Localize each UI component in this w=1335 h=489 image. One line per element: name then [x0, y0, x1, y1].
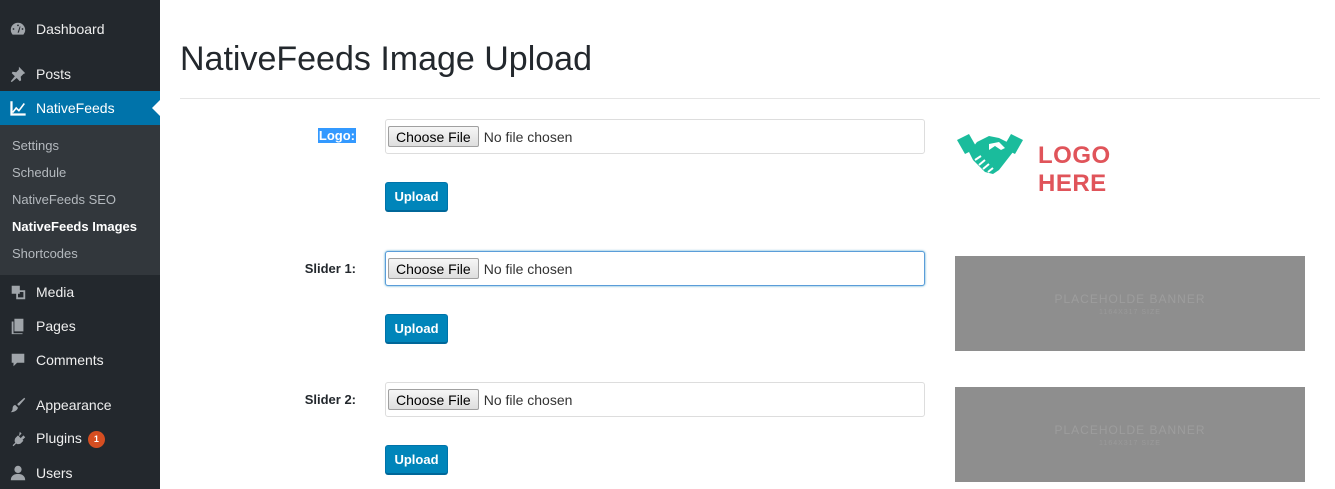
slider-1-banner-preview: PLACEHOLDE BANNER 1164X317 SIZE	[955, 256, 1305, 351]
title-divider	[180, 98, 1320, 99]
menu-label: Dashboard	[36, 21, 105, 37]
user-icon	[8, 463, 28, 483]
slider-1-label: Slider 1:	[304, 261, 356, 276]
submenu-item-seo[interactable]: NativeFeeds SEO	[12, 192, 116, 207]
submenu-item-schedule[interactable]: Schedule	[12, 165, 66, 180]
slider-1-file-status: No file chosen	[483, 260, 573, 277]
slider-1-upload-button[interactable]: Upload	[385, 314, 448, 343]
logo-placeholder-text: LOGO HERE	[1038, 142, 1111, 197]
slider-2-file-status: No file chosen	[483, 391, 573, 408]
pages-icon	[8, 316, 28, 336]
submenu-item-shortcodes[interactable]: Shortcodes	[12, 246, 78, 261]
chart-line-icon	[8, 98, 28, 118]
media-icon	[8, 282, 28, 302]
menu-item-nativefeeds[interactable]: NativeFeeds	[0, 91, 160, 125]
menu-label: NativeFeeds	[36, 100, 115, 116]
slider-2-upload-button[interactable]: Upload	[385, 445, 448, 474]
menu-item-plugins[interactable]: Plugins 1	[0, 422, 160, 456]
dashboard-icon	[8, 19, 28, 39]
submenu-item-settings[interactable]: Settings	[12, 138, 59, 153]
logo-file-status: No file chosen	[483, 128, 573, 145]
page-title: NativeFeeds Image Upload	[180, 40, 593, 78]
menu-label: Media	[36, 284, 75, 300]
menu-label: Appearance	[36, 397, 112, 413]
logo-label: Logo:	[317, 128, 356, 143]
handshake-icon	[957, 134, 1023, 174]
menu-label: Plugins 1	[36, 430, 105, 449]
plugin-icon	[8, 429, 28, 449]
menu-label: Comments	[36, 352, 104, 368]
menu-item-dashboard[interactable]: Dashboard	[0, 12, 160, 46]
slider-2-choose-file-button[interactable]: Choose File	[388, 389, 479, 410]
banner-subtitle: 1164X317 SIZE	[1099, 439, 1161, 447]
banner-title: PLACEHOLDE BANNER	[1054, 422, 1206, 437]
pin-icon	[8, 64, 28, 84]
menu-item-pages[interactable]: Pages	[0, 309, 160, 343]
logo-file-input[interactable]: Choose File No file chosen	[385, 119, 925, 154]
logo-upload-button[interactable]: Upload	[385, 182, 448, 211]
slider-1-choose-file-button[interactable]: Choose File	[388, 258, 479, 279]
menu-item-media[interactable]: Media	[0, 275, 160, 309]
submenu-item-images[interactable]: NativeFeeds Images	[12, 219, 137, 234]
admin-sidebar: Dashboard Posts NativeFeeds Settings Sch…	[0, 0, 160, 489]
slider-1-file-input[interactable]: Choose File No file chosen	[385, 251, 925, 286]
nativefeeds-submenu: Settings Schedule NativeFeeds SEO Native…	[0, 125, 160, 275]
menu-label: Users	[36, 465, 73, 481]
update-count-badge: 1	[87, 430, 105, 448]
menu-label: Posts	[36, 66, 72, 82]
menu-item-comments[interactable]: Comments	[0, 343, 160, 377]
slider-2-banner-preview: PLACEHOLDE BANNER 1164X317 SIZE	[955, 387, 1305, 482]
banner-subtitle: 1164X317 SIZE	[1099, 308, 1161, 316]
slider-2-label: Slider 2:	[304, 392, 356, 407]
logo-preview: LOGO HERE	[955, 128, 1185, 197]
menu-item-users[interactable]: Users	[0, 456, 160, 489]
menu-item-posts[interactable]: Posts	[0, 57, 160, 91]
comment-icon	[8, 350, 28, 370]
brush-icon	[8, 395, 28, 415]
banner-title: PLACEHOLDE BANNER	[1054, 291, 1206, 306]
logo-choose-file-button[interactable]: Choose File	[388, 126, 479, 147]
slider-2-file-input[interactable]: Choose File No file chosen	[385, 382, 925, 417]
menu-label: Pages	[36, 318, 76, 334]
menu-item-appearance[interactable]: Appearance	[0, 388, 160, 422]
